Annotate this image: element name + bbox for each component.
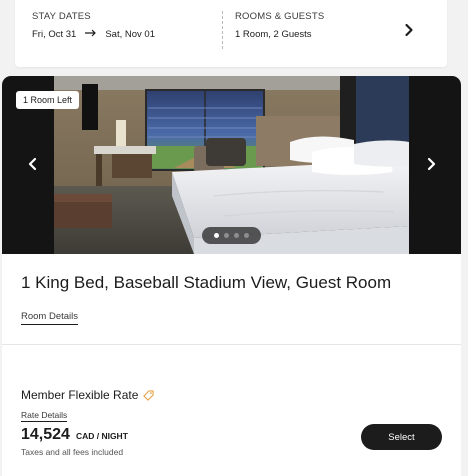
stay-dates-value: Fri, Oct 31 Sat, Nov 01 bbox=[32, 29, 155, 40]
price: 14,524 CAD / NIGHT bbox=[21, 426, 128, 444]
tag-icon bbox=[143, 389, 155, 401]
price-amount: 14,524 bbox=[21, 426, 70, 443]
rooms-guests-value: 1 Room, 2 Guests bbox=[235, 29, 312, 40]
chevron-right-icon bbox=[427, 157, 436, 171]
section-divider bbox=[2, 344, 461, 345]
right-arrow-icon bbox=[85, 29, 97, 40]
fees-note: Taxes and all fees included bbox=[21, 447, 124, 457]
price-unit: CAD / NIGHT bbox=[75, 431, 128, 441]
rate-details-link[interactable]: Rate Details bbox=[21, 410, 68, 422]
photo-dot[interactable] bbox=[244, 233, 249, 238]
stay-dates-label: STAY DATES bbox=[32, 11, 91, 22]
chevron-right-icon[interactable] bbox=[401, 22, 417, 38]
photo-dot[interactable] bbox=[234, 233, 239, 238]
stay-summary[interactable]: STAY DATES Fri, Oct 31 Sat, Nov 01 ROOMS… bbox=[15, 0, 447, 67]
room-details-link[interactable]: Room Details bbox=[21, 311, 79, 325]
check-out-date: Sat, Nov 01 bbox=[105, 29, 155, 40]
photo-dot[interactable] bbox=[224, 233, 229, 238]
rate-name-label: Member Flexible Rate bbox=[21, 388, 139, 402]
select-button[interactable]: Select bbox=[361, 424, 442, 450]
availability-badge: 1 Room Left bbox=[16, 91, 80, 109]
room-card: 1 Room Left 1 King Bed, Baseball Stadium… bbox=[2, 76, 461, 476]
photo-dot[interactable] bbox=[214, 233, 219, 238]
rate-name: Member Flexible Rate bbox=[21, 388, 155, 402]
rooms-guests-label: ROOMS & GUESTS bbox=[235, 11, 325, 22]
next-photo-button[interactable] bbox=[423, 156, 439, 172]
chevron-left-icon bbox=[28, 157, 37, 171]
summary-divider bbox=[222, 11, 223, 49]
previous-photo-button[interactable] bbox=[25, 156, 41, 172]
room-title: 1 King Bed, Baseball Stadium View, Guest… bbox=[21, 273, 392, 292]
room-photo-gallery[interactable]: 1 Room Left bbox=[2, 76, 461, 254]
photo-pagination bbox=[202, 227, 261, 244]
check-in-date: Fri, Oct 31 bbox=[32, 29, 77, 40]
